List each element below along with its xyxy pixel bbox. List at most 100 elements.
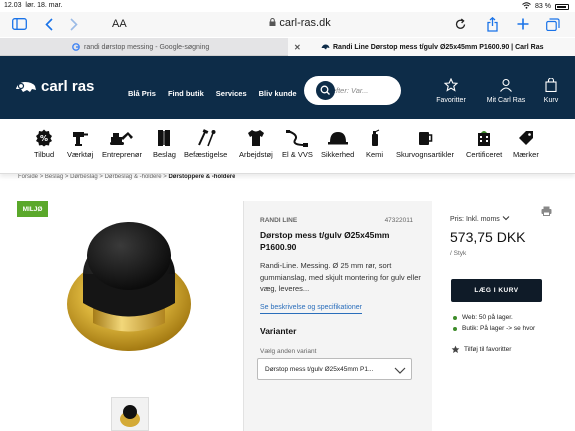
tag-icon [518, 131, 533, 145]
favorites-button[interactable]: Favoritter [433, 77, 469, 104]
add-to-favorites-link[interactable]: Tilføj til favoritter [451, 345, 511, 354]
tabs-overview-icon[interactable] [546, 16, 560, 32]
specifications-link[interactable]: Se beskrivelse og specifikationer [260, 304, 362, 314]
price-label: Pris: Inkl. moms [450, 215, 545, 223]
tab-carl-ras[interactable]: ✕ Randi Line Dørstop mess t/gulv Ø25x45m… [288, 38, 575, 56]
category-beslag[interactable]: Beslag [153, 129, 176, 159]
sku-number: 47322011 [384, 217, 413, 224]
thumbnail-image [120, 405, 140, 427]
product-title: Dørstop mess t/gulv Ø25x45mm P1600.90 [260, 230, 390, 252]
cart-button[interactable]: Kurv [538, 77, 564, 104]
carl-ras-favicon [321, 43, 330, 51]
variant-select[interactable]: Dørstop mess t/gulv Ø25x45mm P1... [257, 358, 412, 380]
category-maerker[interactable]: Mærker [513, 129, 539, 159]
reload-icon[interactable] [455, 17, 466, 35]
search-button[interactable] [316, 81, 335, 100]
chevron-down-icon[interactable] [502, 215, 510, 221]
forward-icon[interactable] [70, 16, 78, 32]
search-icon [320, 85, 330, 95]
category-certificeret[interactable]: Certificeret [466, 129, 502, 159]
in-stock-dot-icon [453, 326, 457, 331]
user-icon [500, 78, 512, 92]
site-header: carl ras Blå Pris Find butik Services Bl… [0, 56, 575, 119]
address-bar[interactable]: carl-ras.dk [255, 17, 345, 29]
close-tab-icon[interactable]: ✕ [294, 43, 301, 52]
battery-icon [555, 3, 569, 10]
hinge-icon [158, 130, 171, 146]
breadcrumb-item[interactable]: Dørbeslag [70, 174, 98, 180]
category-tilbud[interactable]: % Tilbud [34, 129, 54, 159]
product-image[interactable] [55, 208, 205, 353]
svg-text:%: % [40, 134, 48, 143]
product-description: Randi-Line. Messing. Ø 25 mm rør, sort g… [260, 261, 421, 293]
spray-icon [371, 129, 379, 146]
category-befaestigelse[interactable]: Befæstigelse [184, 129, 227, 159]
url-text: carl-ras.dk [279, 17, 331, 29]
brand-name: RANDI LINE [260, 217, 298, 224]
sidebar-icon[interactable] [12, 16, 27, 32]
screw-icon [197, 129, 216, 147]
breadcrumb-item[interactable]: Beslag [45, 174, 63, 180]
mug-icon [418, 132, 433, 145]
breadcrumb: Forside > Beslag > Dørbeslag > Dørbeslag… [18, 174, 236, 180]
building-icon [478, 131, 491, 146]
tab-title: Randi Line Dørstop mess t/gulv Ø25x45mm … [333, 43, 544, 51]
star-icon [451, 345, 460, 354]
nav-find-butik[interactable]: Find butik [168, 89, 204, 98]
store-stock-status[interactable]: Butik: På lager -> se hvor [453, 325, 535, 332]
variant-select-label: Vælg anden variant [260, 348, 317, 355]
category-entreprenor[interactable]: Entreprenør [102, 129, 142, 159]
my-account-button[interactable]: Mit Carl Ras [483, 78, 529, 104]
product-info-panel: RANDI LINE 47322011 Dørstop mess t/gulv … [243, 201, 432, 431]
carl-ras-logo[interactable]: carl ras [15, 78, 94, 95]
excavator-icon [110, 132, 134, 145]
product-thumbnail[interactable] [111, 397, 149, 431]
price-unit: / Styk [450, 250, 467, 257]
breadcrumb-current: Dørstoppere & -holdere [168, 174, 236, 180]
browser-toolbar: AA carl-ras.dk [0, 12, 575, 37]
nav-services[interactable]: Services [216, 89, 247, 98]
helmet-icon [327, 132, 348, 145]
breadcrumb-item[interactable]: Forside [18, 174, 38, 180]
main-nav: Blå Pris Find butik Services Bliv kunde [128, 89, 297, 98]
web-stock-status: Web: 50 på lager. [453, 314, 513, 321]
nav-bliv-kunde[interactable]: Bliv kunde [259, 89, 297, 98]
ram-icon [16, 81, 36, 92]
battery-level: 83 % [535, 3, 551, 10]
bag-icon [545, 77, 557, 93]
price-section: Pris: Inkl. moms 573,75 DKK / Styk [450, 215, 545, 257]
tab-title: randi dørstop messing - Google-søgning [84, 43, 210, 51]
drill-icon [73, 132, 89, 146]
wifi-icon [522, 2, 531, 11]
cable-icon [286, 130, 309, 147]
nav-bla-pris[interactable]: Blå Pris [128, 89, 156, 98]
status-bar: 12.03 lør. 18. mar. 83 % [0, 0, 575, 12]
category-skurvognsartikler[interactable]: Skurvognsartikler [396, 129, 454, 159]
variant-selected-value: Dørstop mess t/gulv Ø25x45mm P1... [265, 366, 374, 373]
category-sikkerhed[interactable]: Sikkerhed [321, 129, 354, 159]
chevron-down-icon [394, 367, 406, 374]
back-icon[interactable] [45, 16, 53, 32]
tab-strip: randi dørstop messing - Google-søgning ✕… [0, 38, 575, 56]
search-input[interactable]: Søg efter: Var... [304, 76, 401, 105]
category-vaerktoj[interactable]: Værktøj [67, 129, 93, 159]
variants-heading: Varianter [260, 326, 297, 336]
category-el-vvs[interactable]: El & VVS [282, 129, 313, 159]
category-arbejdstoj[interactable]: Arbejdstøj [239, 129, 273, 159]
lock-icon [269, 18, 276, 26]
add-to-cart-button[interactable]: LÆG I KURV [451, 279, 542, 302]
new-tab-icon[interactable] [517, 16, 529, 32]
tab-google-search[interactable]: randi dørstop messing - Google-søgning [0, 38, 288, 56]
reader-settings-button[interactable]: AA [112, 18, 127, 30]
shirt-icon [247, 130, 264, 146]
eco-badge: MILJØ [17, 201, 48, 217]
share-icon[interactable] [487, 16, 498, 32]
category-kemi[interactable]: Kemi [366, 129, 383, 159]
star-icon [443, 77, 459, 92]
product-price: 573,75 DKK [450, 229, 526, 245]
in-stock-dot-icon [453, 315, 457, 320]
status-time: 12.03 lør. 18. mar. [4, 2, 63, 9]
category-bar: % Tilbud Værktøj Entreprenør Beslag Befæ… [0, 119, 575, 174]
breadcrumb-item[interactable]: Dørbeslag & -holdere [105, 174, 162, 180]
google-icon [72, 43, 80, 51]
